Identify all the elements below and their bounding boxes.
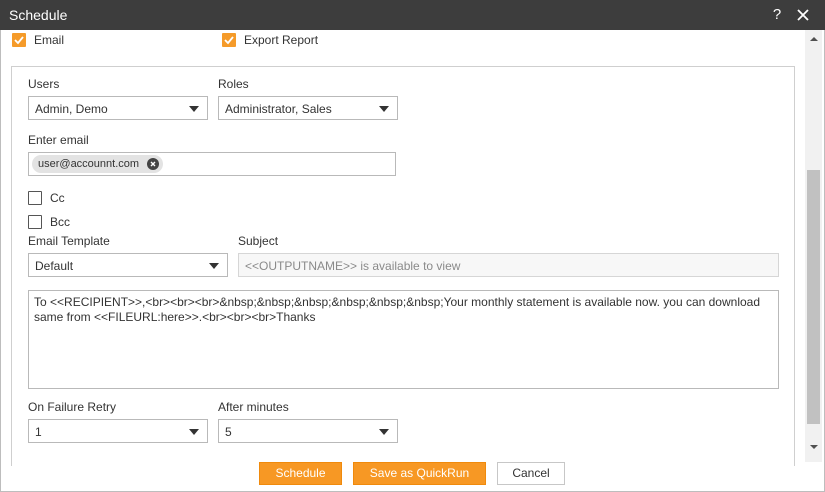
users-select[interactable]: Admin, Demo	[28, 96, 208, 120]
on-failure-retry-label: On Failure Retry	[28, 400, 117, 414]
remove-chip-icon[interactable]	[147, 158, 160, 170]
email-body-textarea[interactable]: To <<RECIPIENT>>,<br><br><br>&nbsp;&nbsp…	[28, 290, 779, 389]
cancel-button[interactable]: Cancel	[497, 462, 565, 485]
after-minutes-select[interactable]: 5	[218, 419, 398, 443]
bcc-checkbox[interactable]	[28, 215, 42, 229]
chevron-down-icon	[379, 429, 389, 435]
chevron-down-icon	[189, 429, 199, 435]
chevron-down-icon	[209, 263, 219, 269]
close-icon[interactable]	[795, 5, 811, 25]
email-body-line-1: To <<RECIPIENT>>,<br><br><br>&nbsp;&nbsp…	[34, 295, 761, 309]
roles-label: Roles	[218, 77, 249, 91]
cc-label: Cc	[50, 191, 65, 205]
scroll-down-icon[interactable]	[810, 445, 818, 449]
scroll-up-icon[interactable]	[810, 37, 818, 41]
email-template-value: Default	[35, 259, 74, 273]
chevron-down-icon	[189, 106, 199, 112]
export-report-checkbox[interactable]	[222, 33, 236, 47]
email-chip: user@accounnt.com	[32, 155, 164, 173]
dialog-title: Schedule	[9, 7, 68, 23]
on-failure-retry-value: 1	[35, 425, 42, 439]
email-template-label: Email Template	[28, 234, 110, 248]
enter-email-label: Enter email	[28, 133, 89, 147]
after-minutes-value: 5	[225, 425, 232, 439]
email-body-line-2: same from <<FILEURL:here>>.<br><br><br>T…	[34, 310, 316, 324]
roles-select[interactable]: Administrator, Sales	[218, 96, 398, 120]
scrollbar-thumb[interactable]	[807, 170, 820, 424]
email-template-select[interactable]: Default	[28, 253, 228, 277]
export-report-checkbox-label: Export Report	[244, 33, 319, 47]
vertical-scrollbar[interactable]	[805, 30, 822, 462]
bcc-label: Bcc	[50, 215, 71, 229]
schedule-button[interactable]: Schedule	[259, 462, 342, 485]
email-checkbox[interactable]	[12, 33, 26, 47]
users-select-value: Admin, Demo	[35, 102, 108, 116]
users-label: Users	[28, 77, 60, 91]
email-recipients-input[interactable]: user@accounnt.com	[28, 152, 396, 176]
roles-select-value: Administrator, Sales	[225, 102, 332, 116]
email-chip-text: user@accounnt.com	[38, 158, 140, 170]
after-minutes-label: After minutes	[218, 400, 289, 414]
cc-checkbox[interactable]	[28, 191, 42, 205]
dialog-titlebar: Schedule ?	[0, 0, 825, 30]
on-failure-retry-select[interactable]: 1	[28, 419, 208, 443]
save-as-quickrun-button[interactable]: Save as QuickRun	[353, 462, 486, 485]
email-checkbox-label: Email	[34, 33, 65, 47]
chevron-down-icon	[379, 106, 389, 112]
subject-input[interactable]: <<OUTPUTNAME>> is available to view	[238, 253, 779, 277]
subject-label: Subject	[238, 234, 279, 248]
help-icon[interactable]: ?	[770, 6, 784, 23]
subject-placeholder: <<OUTPUTNAME>> is available to view	[245, 259, 461, 273]
